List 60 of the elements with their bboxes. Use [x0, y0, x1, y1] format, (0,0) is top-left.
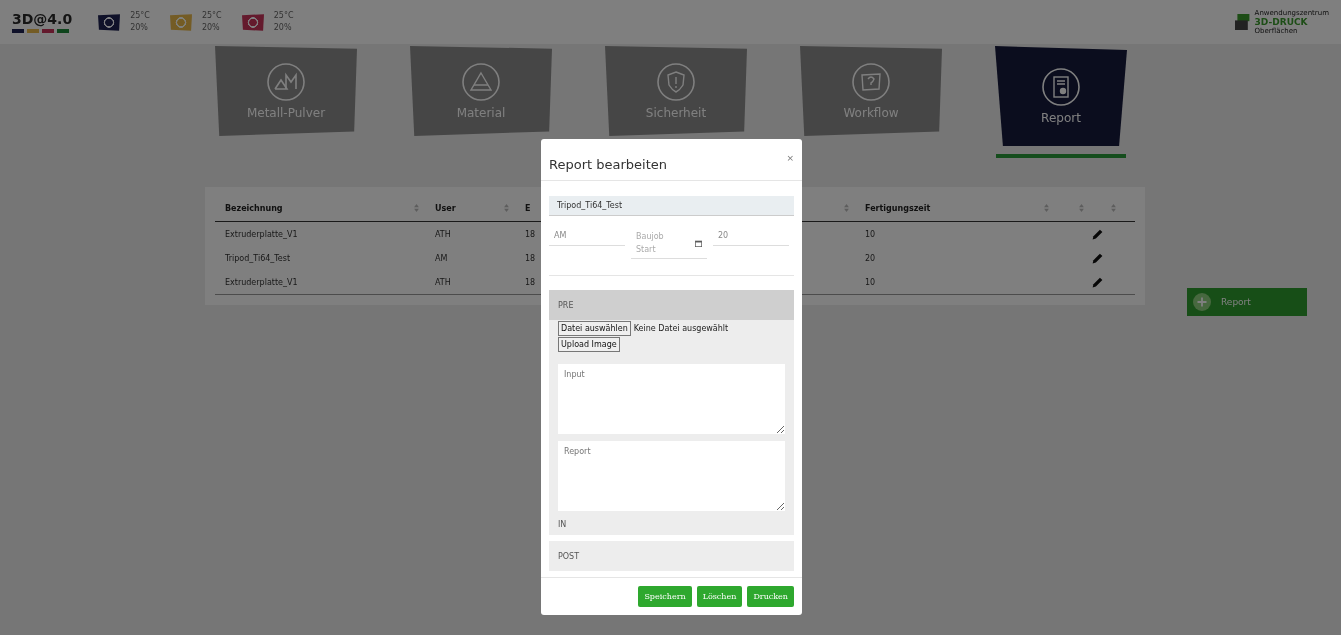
action-button[interactable]: Drucken — [747, 586, 794, 607]
column-header[interactable]: Bezeichnung — [225, 203, 283, 213]
table-cell: ATH — [435, 277, 451, 287]
dialog-title: Report bearbeiten — [549, 157, 667, 172]
add-report-button[interactable]: Report — [1187, 288, 1307, 316]
column-header[interactable]: E — [525, 203, 531, 213]
nav-tab[interactable]: Report — [995, 46, 1127, 146]
table-cell: AM — [435, 253, 448, 263]
sort-icon[interactable] — [844, 204, 849, 212]
file-status-text: Keine Datei ausgewählt — [633, 324, 729, 333]
question-card-icon — [851, 62, 891, 102]
section-header[interactable]: POST — [549, 541, 794, 571]
document-icon — [1041, 67, 1081, 107]
table-cell: 10 — [865, 277, 876, 287]
pyramid-icon — [461, 62, 501, 102]
temperature-reading: 25°C — [273, 10, 294, 22]
app-logo: 3D@4.0 — [12, 11, 73, 27]
table-cell: ATH — [435, 229, 451, 239]
sort-icon[interactable] — [504, 204, 509, 212]
sort-icon[interactable] — [1044, 204, 1049, 212]
text-area[interactable]: Input — [558, 364, 785, 434]
humidity-reading: 20% — [273, 22, 293, 34]
section-header[interactable]: PRE — [549, 290, 794, 320]
printer-badge-icon[interactable] — [98, 13, 121, 31]
action-button[interactable]: Speichern — [638, 586, 692, 607]
pencil-icon[interactable] — [1090, 251, 1104, 265]
table-cell: Tripod_Ti64_Test — [225, 253, 291, 263]
table-cell: 18 — [525, 253, 536, 263]
pencil-icon[interactable] — [1090, 227, 1104, 241]
table-cell: 20 — [865, 253, 876, 263]
table-cell: 18 — [525, 277, 536, 287]
section-label: IN — [558, 520, 567, 529]
table-cell: 10 — [865, 229, 876, 239]
shield-icon — [656, 62, 696, 102]
column-header[interactable]: Fertigungszeit — [865, 203, 931, 213]
cube-logo-icon — [1234, 14, 1251, 30]
printer-badge-icon[interactable] — [241, 13, 264, 31]
table-cell: Extruderplatte_V1 — [225, 277, 298, 287]
mountain-letter-icon — [266, 62, 306, 102]
upload-image-button[interactable]: Upload Image — [558, 337, 620, 352]
pencil-icon[interactable] — [1090, 275, 1104, 289]
sort-icon[interactable] — [414, 204, 419, 212]
name-field[interactable]: Tripod_Ti64_Test — [549, 196, 794, 216]
sort-icon[interactable] — [1110, 204, 1116, 212]
sort-icon[interactable] — [1078, 204, 1084, 212]
partner-logo-text: 3D-DRUCK — [1254, 17, 1308, 27]
humidity-reading: 20% — [201, 22, 221, 34]
calendar-icon[interactable] — [695, 239, 702, 247]
action-button[interactable]: Löschen — [696, 586, 743, 607]
text-area[interactable]: Report — [558, 441, 785, 511]
column-header[interactable]: User — [435, 203, 456, 213]
date-field[interactable]: Baujob Start — [631, 226, 707, 259]
humidity-reading: 20% — [130, 22, 149, 34]
close-button[interactable]: × — [786, 153, 794, 163]
table-cell: 18 — [525, 229, 536, 239]
temperature-reading: 25°C — [201, 10, 222, 22]
plus-icon — [1193, 293, 1211, 311]
temperature-reading: 25°C — [130, 10, 150, 22]
choose-file-button[interactable]: Datei auswählen — [558, 321, 631, 336]
table-cell: Extruderplatte_V1 — [225, 229, 298, 239]
